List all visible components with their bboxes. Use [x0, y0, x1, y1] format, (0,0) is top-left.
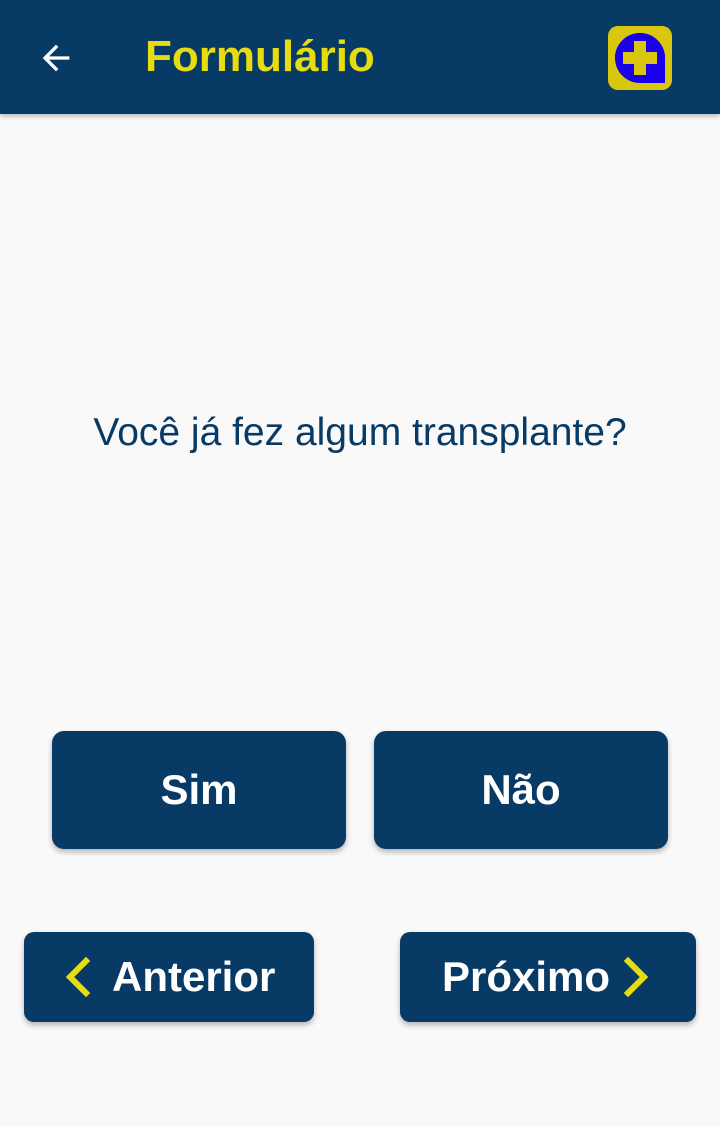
- no-button-label: Não: [481, 766, 561, 813]
- app-logo-button[interactable]: [608, 26, 672, 90]
- next-button[interactable]: Próximo: [400, 932, 696, 1022]
- app-bar: Formulário: [0, 0, 720, 114]
- arrow-left-icon: [42, 44, 70, 72]
- no-button[interactable]: Não: [374, 731, 668, 849]
- next-button-label: Próximo: [442, 953, 611, 1000]
- question-text: Você já fez algum transplante?: [93, 411, 627, 454]
- previous-button[interactable]: Anterior: [24, 932, 314, 1022]
- back-button[interactable]: [28, 32, 84, 84]
- medical-cross-icon: [608, 26, 672, 90]
- chevron-right-icon: [624, 957, 650, 997]
- page-title: Formulário: [145, 32, 375, 81]
- previous-button-label: Anterior: [112, 953, 276, 1000]
- yes-button-label: Sim: [160, 766, 238, 813]
- form-screen: Formulário Você já fez algum transplante…: [0, 0, 720, 1127]
- yes-button[interactable]: Sim: [52, 731, 346, 849]
- chevron-left-icon: [64, 957, 90, 997]
